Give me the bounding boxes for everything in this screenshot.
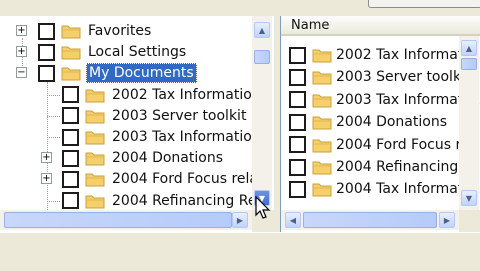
folder-icon: [312, 139, 332, 153]
tree-item[interactable]: My Documents: [38, 62, 197, 84]
tree-vertical-scrollbar[interactable]: ▲ ▼: [252, 16, 272, 210]
triangle-left-icon[interactable]: ◀: [285, 212, 301, 228]
folder-icon: [85, 131, 105, 145]
folder-icon: [312, 71, 332, 85]
folder-icon: [85, 89, 105, 103]
checkbox[interactable]: [62, 128, 79, 146]
expand-icon[interactable]: +: [16, 25, 27, 36]
triangle-up-icon[interactable]: ▲: [461, 40, 477, 56]
list-item-label: 2004 Ford Focus r...: [336, 136, 474, 153]
tree-item-label: 2003 Tax Information: [112, 129, 261, 145]
expand-icon[interactable]: +: [41, 152, 52, 164]
list-item-label: 2003 Server toolkit: [336, 69, 471, 86]
tree-line: [47, 115, 60, 117]
folder-icon: [61, 25, 81, 39]
folder-icon: [312, 183, 332, 197]
tree-item[interactable]: 2003 Server toolkit: [62, 105, 248, 127]
expand-icon[interactable]: +: [41, 173, 52, 185]
tree-horizontal-scrollbar[interactable]: ▶: [0, 210, 252, 230]
file-list-pane[interactable]: Name 2002 Tax Informati... 2003 Server to…: [280, 16, 480, 232]
list-item[interactable]: 2003 Server toolkit: [289, 66, 472, 88]
folder-icon: [312, 161, 332, 175]
tree-item-label: Favorites: [88, 23, 152, 39]
collapse-icon[interactable]: −: [16, 67, 27, 79]
list-item[interactable]: 2004 Tax Informati...: [289, 178, 480, 200]
folder-icon: [61, 67, 81, 81]
tree-item[interactable]: Local Settings: [38, 41, 188, 63]
tree-item-label: 2004 Donations: [112, 150, 223, 167]
list-item[interactable]: 2003 Tax Informati...: [289, 89, 480, 111]
checkbox[interactable]: [289, 158, 306, 176]
checkbox[interactable]: [289, 91, 306, 109]
checkbox[interactable]: [38, 64, 55, 82]
scrollbar-corner: [459, 210, 480, 232]
folder-icon: [61, 46, 81, 60]
mouse-pointer-icon: [255, 196, 271, 219]
checkbox[interactable]: [38, 43, 55, 61]
tree-item-label: 2002 Tax Information: [112, 86, 261, 103]
list-item[interactable]: 2004 Refinancing ...: [289, 156, 478, 178]
tree-scroll-thumb[interactable]: [254, 50, 270, 64]
expand-icon[interactable]: +: [16, 46, 27, 58]
tree-hscroll-thumb[interactable]: [4, 212, 232, 228]
triangle-right-icon[interactable]: ▶: [439, 212, 455, 228]
triangle-right-icon[interactable]: ▶: [232, 212, 248, 228]
triangle-up-icon[interactable]: ▲: [254, 22, 270, 38]
list-item-label: 2004 Refinancing ...: [336, 159, 477, 175]
tree-item[interactable]: 2003 Tax Information: [62, 126, 263, 148]
folder-icon: [312, 94, 332, 108]
folder-icon: [85, 110, 105, 124]
status-area: [0, 232, 480, 271]
tree-line: [47, 82, 48, 214]
top-frame: [0, 0, 480, 16]
list-hscroll-thumb[interactable]: [303, 212, 437, 228]
tree-line: [47, 94, 60, 96]
list-item[interactable]: 2002 Tax Informati...: [289, 44, 480, 66]
tree-item[interactable]: 2004 Ford Focus relat: [62, 168, 266, 190]
tree-item-label: 2003 Server toolkit: [112, 107, 247, 124]
checkbox[interactable]: [62, 107, 79, 125]
checkbox[interactable]: [62, 86, 79, 104]
list-vertical-scrollbar[interactable]: ▲ ▼: [459, 36, 479, 210]
tree-item-label: Local Settings: [88, 44, 187, 61]
checkbox[interactable]: [289, 68, 306, 86]
checkbox[interactable]: [38, 22, 55, 40]
top-button[interactable]: [368, 0, 480, 8]
checkbox[interactable]: [289, 46, 306, 64]
folder-icon: [312, 49, 332, 63]
list-item[interactable]: 2004 Ford Focus r...: [289, 134, 475, 156]
tree-item-label: 2004 Ford Focus relat: [112, 171, 264, 188]
tree-item[interactable]: 2004 Donations: [62, 147, 225, 169]
tree-item-label: My Documents: [86, 63, 197, 84]
folder-icon: [85, 152, 105, 166]
checkbox[interactable]: [289, 113, 306, 131]
list-scroll-thumb[interactable]: [461, 58, 477, 70]
tree-item[interactable]: Favorites: [38, 20, 153, 42]
tree-line: [47, 137, 60, 138]
triangle-down-icon[interactable]: ▼: [461, 190, 477, 206]
tree-item[interactable]: 2004 Refinancing Rela: [62, 190, 271, 212]
folder-icon: [85, 195, 105, 209]
checkbox[interactable]: [62, 170, 79, 188]
column-header-name[interactable]: Name: [281, 16, 480, 36]
list-item-label: 2004 Donations: [336, 114, 447, 131]
checkbox[interactable]: [289, 136, 306, 154]
tree-item-label: 2004 Refinancing Rela: [112, 192, 269, 209]
checkbox[interactable]: [62, 192, 79, 210]
folder-icon: [312, 116, 332, 130]
folder-tree-pane[interactable]: Favorites + Local Settings + My Documents − 20…: [0, 16, 275, 232]
tree-item[interactable]: 2002 Tax Information: [62, 84, 263, 106]
checkbox[interactable]: [62, 149, 79, 167]
list-item[interactable]: 2004 Donations: [289, 111, 449, 133]
checkbox[interactable]: [289, 180, 306, 198]
folder-icon: [85, 173, 105, 187]
tree-line: [47, 200, 60, 202]
list-horizontal-scrollbar[interactable]: ◀ ▶: [281, 210, 459, 230]
